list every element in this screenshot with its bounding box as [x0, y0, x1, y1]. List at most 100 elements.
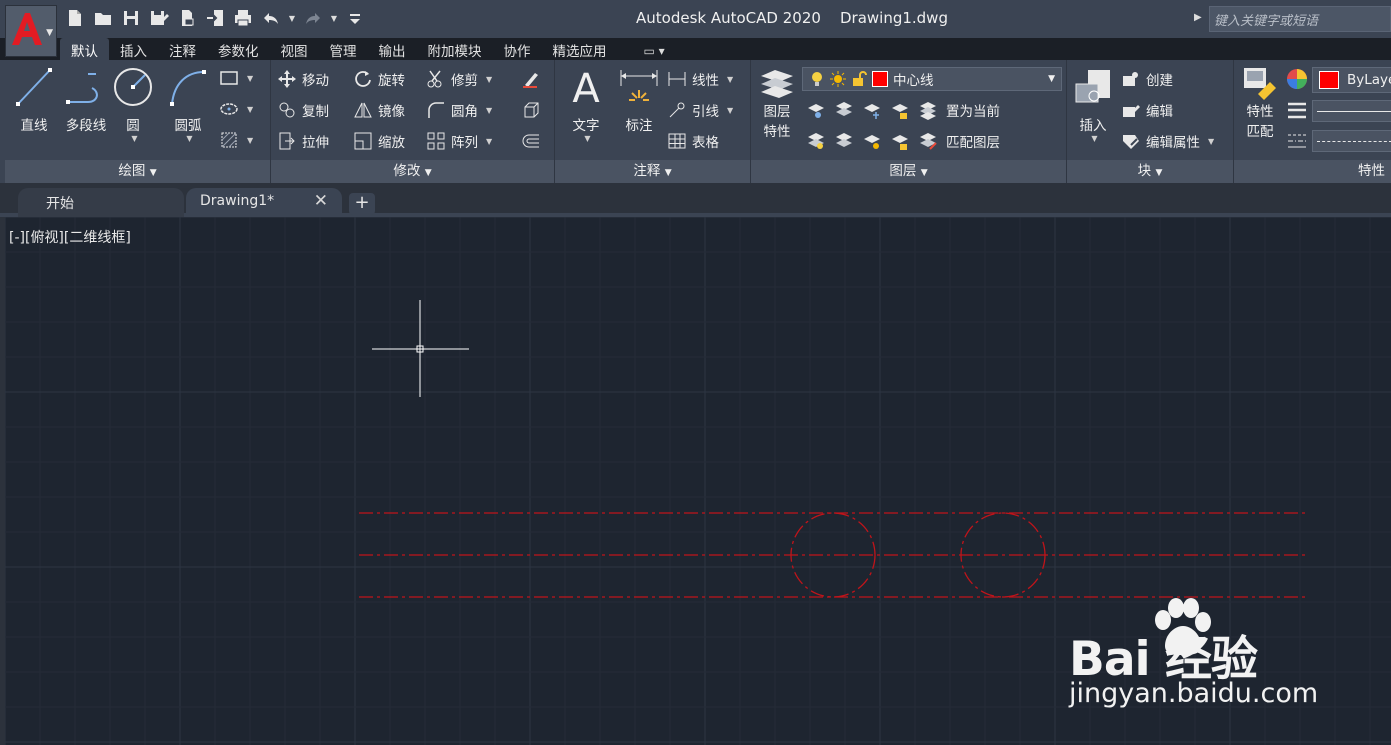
polyline-button[interactable]: 多段线 — [61, 66, 111, 134]
cloud-open-icon[interactable] — [176, 7, 198, 29]
insert-dropdown-icon[interactable]: ▼ — [1074, 134, 1115, 143]
copy-button[interactable]: 复制 — [277, 98, 329, 122]
tab-parametric[interactable]: 参数化 — [207, 38, 270, 60]
layer-on-bulb-icon[interactable] — [809, 71, 825, 87]
layer-isolate-icon[interactable] — [834, 100, 854, 120]
mirror-button[interactable]: 镜像 — [353, 98, 405, 122]
linear-dimension-button[interactable]: 线性 ▼ — [667, 67, 733, 91]
create-block-button[interactable]: 创建 — [1121, 67, 1173, 91]
application-menu-button[interactable]: ▼ — [5, 5, 57, 57]
linetype-dropdown[interactable] — [1312, 130, 1391, 152]
panel-title-draw[interactable]: 绘图 ▼ — [5, 160, 270, 183]
erase-button[interactable] — [521, 67, 541, 91]
text-button[interactable]: A 文字 ▼ — [563, 66, 609, 143]
redo-icon[interactable] — [302, 7, 324, 29]
table-icon — [668, 133, 686, 149]
fillet-button[interactable]: 圆角 ▼ — [426, 98, 492, 122]
layer-properties-button[interactable]: 图层 特性 — [757, 66, 797, 142]
insert-block-button[interactable]: 插入 ▼ — [1071, 66, 1115, 143]
customize-icon[interactable] — [344, 7, 366, 29]
tab-drawing1[interactable]: Drawing1* ✕ — [186, 188, 342, 217]
tab-default[interactable]: 默认 — [60, 38, 109, 60]
move-button[interactable]: 移动 — [277, 67, 329, 91]
match-properties-button[interactable]: 特性 匹配 — [1238, 66, 1282, 142]
move-icon — [278, 70, 296, 88]
centerline-geometry[interactable] — [359, 512, 1309, 598]
panel-title-layers[interactable]: 图层 ▼ — [751, 160, 1066, 183]
panel-title-modify[interactable]: 修改 ▼ — [271, 160, 554, 183]
edit-attributes-button[interactable]: 编辑属性 ▼ — [1121, 129, 1214, 153]
tab-insert[interactable]: 插入 — [109, 38, 158, 60]
watermark-url: jingyan.baidu.com — [1069, 678, 1319, 709]
explode-button[interactable] — [521, 98, 541, 122]
search-expand-icon[interactable]: ▶ — [1194, 12, 1202, 23]
dimension-button[interactable]: 标注 — [615, 66, 663, 134]
panel-title-annotation[interactable]: 注释 ▼ — [555, 160, 750, 183]
tab-annotate[interactable]: 注释 — [158, 38, 207, 60]
ribbon-minimize-button[interactable]: ▭ ▾ — [638, 42, 671, 60]
leader-icon — [669, 102, 685, 118]
new-file-icon[interactable] — [64, 7, 86, 29]
undo-dropdown-icon[interactable]: ▼ — [288, 7, 296, 29]
crosshair-cursor — [372, 300, 469, 397]
new-tab-button[interactable]: + — [349, 193, 375, 215]
tab-view[interactable]: 视图 — [270, 38, 319, 60]
text-dropdown-icon[interactable]: ▼ — [566, 134, 609, 143]
save-as-icon[interactable] — [148, 7, 170, 29]
layer-unlock-all-icon[interactable] — [890, 131, 910, 151]
tab-addins[interactable]: 附加模块 — [417, 38, 493, 60]
color-dropdown[interactable]: ByLayer — [1312, 67, 1391, 93]
panel-layers: 图层 特性 中心线 ▼ 置为当前 匹配图层 图层 ▼ — [751, 60, 1067, 183]
arc-dropdown-icon[interactable]: ▼ — [166, 134, 213, 143]
stretch-button[interactable]: 拉伸 — [277, 129, 329, 153]
undo-icon[interactable] — [260, 7, 282, 29]
tab-collaborate[interactable]: 协作 — [493, 38, 542, 60]
panel-title-block[interactable]: 块 ▼ — [1067, 160, 1233, 183]
set-current-button[interactable]: 置为当前 — [946, 100, 1000, 120]
plot-icon[interactable] — [232, 7, 254, 29]
match-layer-icon — [920, 133, 937, 150]
save-icon[interactable] — [120, 7, 142, 29]
circle-dropdown-icon[interactable]: ▼ — [114, 134, 155, 143]
open-folder-icon[interactable] — [92, 7, 114, 29]
edit-block-button[interactable]: 编辑 — [1121, 98, 1173, 122]
panel-title-properties[interactable]: 特性 — [1234, 160, 1391, 183]
polyline-label: 多段线 — [65, 118, 107, 134]
lineweight-dropdown[interactable] — [1312, 100, 1391, 122]
tab-featured-apps[interactable]: 精选应用 — [542, 38, 618, 60]
share-icon[interactable] — [204, 7, 226, 29]
viewport-controls[interactable]: [-][俯视][二维线框] — [9, 227, 131, 247]
linear-dimension-icon — [668, 72, 686, 86]
layer-off-icon[interactable] — [806, 100, 826, 120]
layer-lock-icon[interactable] — [890, 100, 910, 120]
rectangle-icon — [220, 71, 238, 85]
rotate-button[interactable]: 旋转 — [353, 67, 405, 91]
offset-button[interactable] — [521, 129, 541, 153]
ellipse-button[interactable]: ▼ — [219, 97, 253, 121]
close-tab-icon[interactable]: ✕ — [314, 191, 328, 211]
search-input[interactable]: 键入关键字或短语 — [1209, 6, 1391, 32]
array-button[interactable]: 阵列 ▼ — [426, 129, 492, 153]
stretch-icon — [279, 132, 295, 150]
layer-unlock-icon[interactable] — [851, 71, 867, 87]
match-layer-button[interactable]: 匹配图层 — [946, 131, 1000, 151]
layer-freeze-icon[interactable] — [862, 100, 882, 120]
rectangle-button[interactable]: ▼ — [219, 66, 253, 90]
scale-button[interactable]: 缩放 — [353, 129, 405, 153]
hatch-button[interactable]: ▼ — [219, 128, 253, 152]
tab-start[interactable]: 开始 — [18, 188, 184, 217]
layer-thaw-all-icon[interactable] — [862, 131, 882, 151]
trim-button[interactable]: 修剪 ▼ — [426, 67, 492, 91]
arc-button[interactable]: 圆弧 ▼ — [163, 66, 213, 143]
leader-button[interactable]: 引线 ▼ — [667, 98, 733, 122]
circle-button[interactable]: 圆 ▼ — [111, 66, 155, 143]
layer-on-all-icon[interactable] — [806, 131, 826, 151]
table-button[interactable]: 表格 — [667, 129, 719, 153]
tab-manage[interactable]: 管理 — [319, 38, 368, 60]
layer-dropdown[interactable]: 中心线 ▼ — [802, 67, 1062, 91]
tab-output[interactable]: 输出 — [368, 38, 417, 60]
redo-dropdown-icon[interactable]: ▼ — [330, 7, 338, 29]
line-button[interactable]: 直线 — [13, 66, 55, 134]
layer-unisolate-icon[interactable] — [834, 131, 854, 151]
layer-thaw-sun-icon[interactable] — [830, 71, 846, 87]
